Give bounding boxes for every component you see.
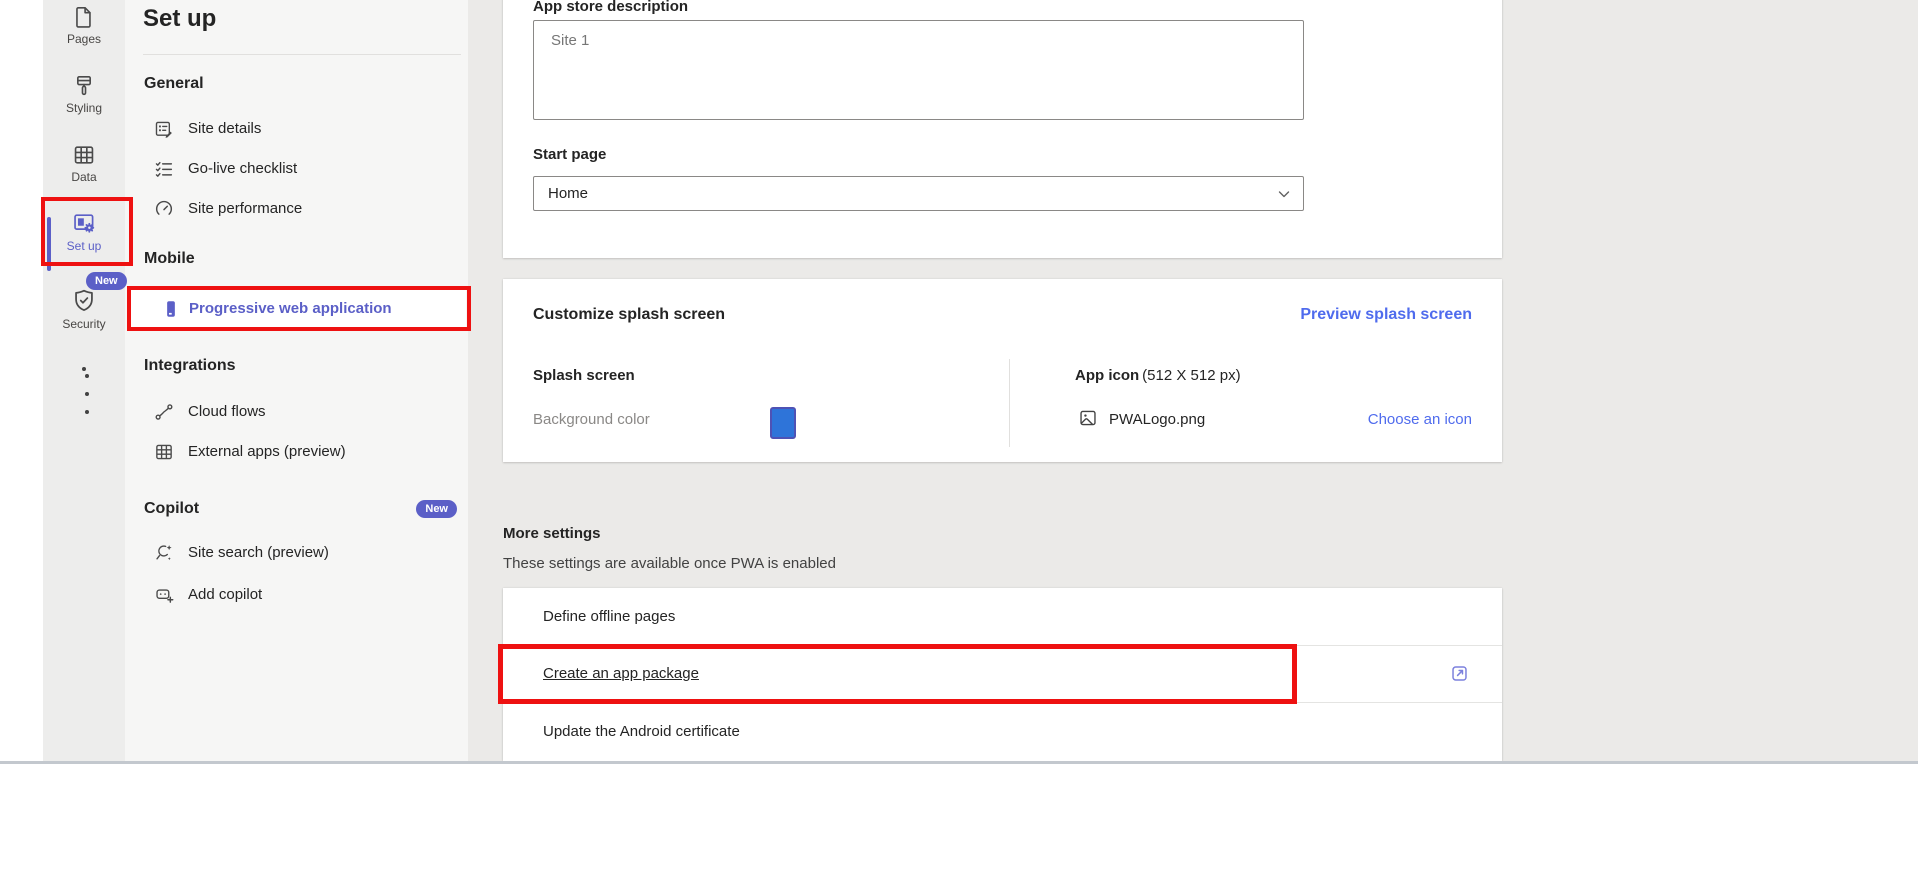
rail-label-setup: Set up — [43, 240, 125, 253]
row-label: Update the Android certificate — [543, 702, 740, 761]
main-content: App store description Start page Home Cu… — [468, 0, 1918, 761]
nav-item-label: Add copilot — [188, 575, 262, 615]
splash-screen-card: Customize splash screen Preview splash s… — [503, 279, 1502, 462]
nav-item-site-details[interactable]: Site details — [125, 109, 468, 149]
rail-item-data[interactable]: Data — [43, 142, 125, 184]
nav-item-label: Site performance — [188, 189, 302, 229]
more-ellipsis-icon — [82, 367, 86, 371]
app-icon-file-name: PWALogo.png — [1109, 411, 1205, 428]
nav-item-add-copilot[interactable]: Add copilot — [125, 575, 468, 615]
nav-item-external-apps[interactable]: External apps (preview) — [125, 432, 468, 472]
add-copilot-bot-icon — [153, 584, 175, 606]
app-store-description-input[interactable] — [533, 20, 1304, 120]
nav-section-general: General — [144, 75, 204, 93]
rail-more-button[interactable] — [43, 360, 125, 378]
image-icon — [1077, 407, 1099, 429]
row-label: Define offline pages — [543, 588, 675, 645]
rail-label-styling: Styling — [43, 102, 125, 115]
styling-paintbrush-icon — [43, 73, 125, 99]
app-icon-size-hint: (512 X 512 px) — [1142, 367, 1240, 384]
page-title: Set up — [143, 5, 216, 33]
pages-icon — [43, 4, 125, 30]
setup-nav-panel: Set up General Site details — [125, 0, 468, 761]
choose-an-icon-link[interactable]: Choose an icon — [1368, 411, 1472, 428]
nav-item-label: External apps (preview) — [188, 432, 346, 472]
nav-section-mobile: Mobile — [144, 250, 195, 268]
rail-label-security: Security — [43, 318, 125, 331]
splash-screen-heading: Splash screen — [533, 367, 635, 384]
cloud-flows-icon — [153, 401, 175, 423]
rail-item-pages[interactable]: Pages — [43, 4, 125, 46]
app-store-description-label: App store description — [533, 0, 688, 15]
external-apps-grid-icon — [153, 441, 175, 463]
nav-item-cloud-flows[interactable]: Cloud flows — [125, 392, 468, 432]
more-settings-title: More settings — [503, 525, 601, 542]
rail-item-security[interactable]: Security — [43, 287, 125, 331]
power-pages-setup-screen: Pages Styling — [0, 0, 1918, 889]
create-app-package-link[interactable]: Create an app package — [543, 645, 699, 702]
row-define-offline-pages[interactable]: Define offline pages — [503, 588, 1502, 645]
nav-item-label: Site details — [188, 109, 261, 149]
nav-item-site-performance[interactable]: Site performance — [125, 189, 468, 229]
background-color-swatch[interactable] — [770, 407, 796, 439]
more-settings-card: Define offline pages Create an app packa… — [503, 588, 1502, 761]
checklist-icon — [153, 158, 175, 180]
nav-item-label: Site search (preview) — [188, 533, 329, 573]
splash-card-title: Customize splash screen — [533, 306, 725, 324]
rail-label-pages: Pages — [43, 33, 125, 46]
pwa-phone-icon — [160, 298, 182, 320]
security-new-badge: New — [86, 272, 127, 290]
window-bottom-edge — [0, 761, 1918, 764]
start-page-dropdown[interactable]: Home — [533, 176, 1304, 211]
row-create-app-package[interactable]: Create an app package — [503, 645, 1502, 702]
search-sparkle-icon — [153, 542, 175, 564]
app-icon-heading: App icon(512 X 512 px) — [1075, 367, 1241, 384]
site-details-form-icon — [153, 118, 175, 140]
open-in-new-window-icon[interactable] — [1449, 663, 1470, 684]
nav-item-site-search[interactable]: Site search (preview) — [125, 533, 468, 573]
nav-section-integrations: Integrations — [144, 357, 236, 375]
selected-accent-bar — [47, 217, 51, 271]
rail-item-styling[interactable]: Styling — [43, 73, 125, 115]
security-shield-icon — [43, 287, 125, 315]
pwa-settings-card: App store description Start page Home — [503, 0, 1502, 258]
background-color-label: Background color — [533, 411, 650, 428]
nav-item-go-live-checklist[interactable]: Go-live checklist — [125, 149, 468, 189]
nav-item-label: Cloud flows — [188, 392, 266, 432]
workspace-rail: Pages Styling — [43, 0, 125, 761]
rail-item-setup[interactable]: Set up — [43, 210, 125, 253]
chevron-down-icon — [1277, 187, 1291, 201]
more-settings-subtitle: These settings are available once PWA is… — [503, 555, 836, 572]
column-divider — [1009, 359, 1010, 447]
setup-gear-window-icon — [43, 210, 125, 237]
rail-label-data: Data — [43, 171, 125, 184]
start-page-value: Home — [548, 177, 588, 210]
preview-splash-screen-link[interactable]: Preview splash screen — [1300, 306, 1472, 324]
start-page-label: Start page — [533, 146, 606, 163]
row-update-android-certificate[interactable]: Update the Android certificate — [503, 702, 1502, 761]
nav-item-label: Progressive web application — [189, 288, 392, 329]
app-window: Pages Styling — [0, 0, 1918, 761]
data-table-icon — [43, 142, 125, 168]
nav-section-copilot: Copilot — [144, 500, 199, 518]
title-divider — [143, 54, 461, 55]
performance-gauge-icon — [153, 198, 175, 220]
nav-item-label: Go-live checklist — [188, 149, 297, 189]
nav-item-progressive-web-application[interactable]: Progressive web application — [131, 288, 466, 329]
copilot-new-badge: New — [416, 500, 457, 518]
